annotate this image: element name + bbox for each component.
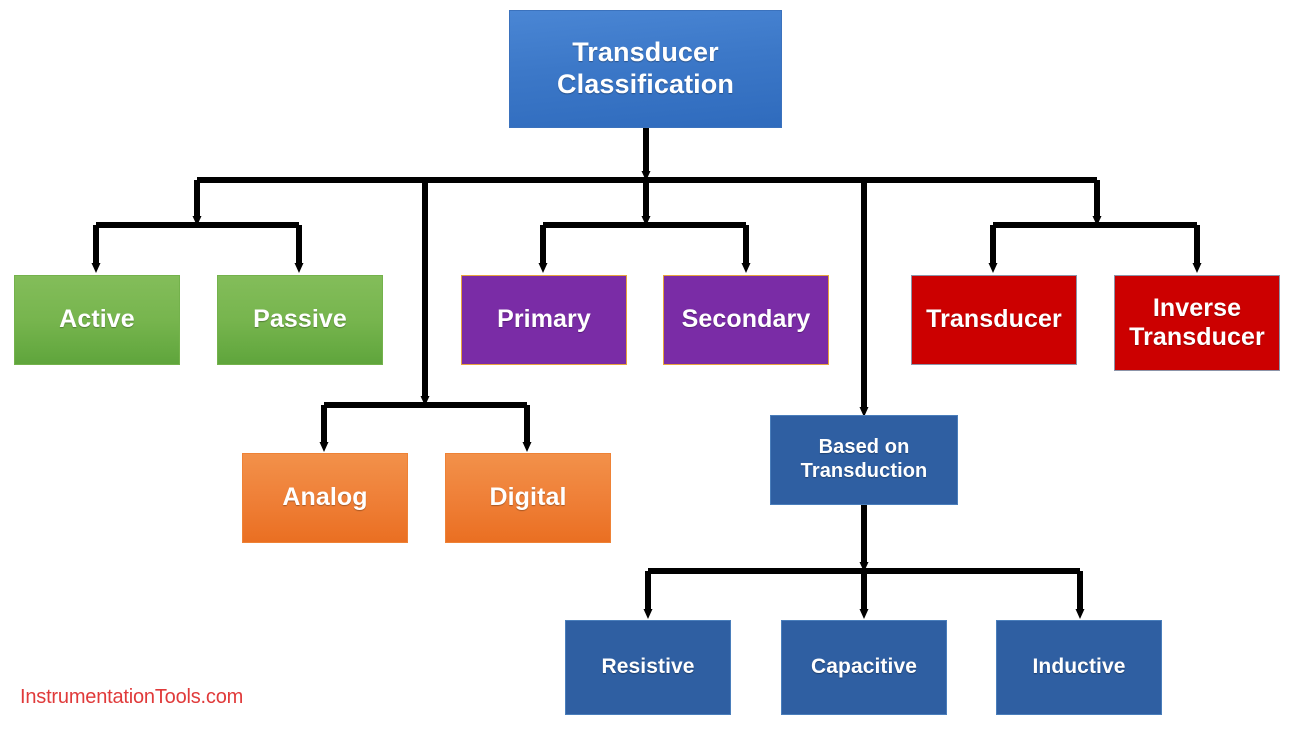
node-digital[interactable]: Digital [445,453,611,543]
node-capacitive[interactable]: Capacitive [781,620,947,715]
node-label: Digital [489,483,567,512]
node-label-line1: Transducer [572,37,719,68]
node-secondary[interactable]: Secondary [663,275,829,365]
node-label-line2: Transduction [800,460,928,482]
node-resistive[interactable]: Resistive [565,620,731,715]
node-label: Inductive [1032,655,1126,679]
node-based-on-transduction[interactable]: Based on Transduction [770,415,958,505]
node-primary[interactable]: Primary [461,275,627,365]
node-label: Analog [282,483,368,512]
node-inductive[interactable]: Inductive [996,620,1162,715]
node-transducer[interactable]: Transducer [911,275,1077,365]
node-label: Passive [253,305,347,334]
node-analog[interactable]: Analog [242,453,408,543]
node-label-line2: Transducer [1129,323,1265,351]
node-label-line1: Based on [818,436,910,459]
node-label-line2: Classification [557,69,734,99]
node-transducer-classification[interactable]: Transducer Classification [509,10,782,128]
node-label: Resistive [601,655,695,679]
node-inverse-transducer[interactable]: Inverse Transducer [1114,275,1280,371]
node-label: Active [59,305,135,334]
watermark-instrumentationtools: InstrumentationTools.com [20,686,244,708]
node-passive[interactable]: Passive [217,275,383,365]
node-active[interactable]: Active [14,275,180,365]
node-label-line1: Inverse [1152,293,1242,322]
node-label: Secondary [681,305,811,334]
node-label: Primary [497,305,591,334]
diagram-canvas: Transducer Classification Active Passive… [0,0,1295,734]
node-label: Capacitive [810,655,918,679]
node-label: Transducer [926,305,1062,334]
